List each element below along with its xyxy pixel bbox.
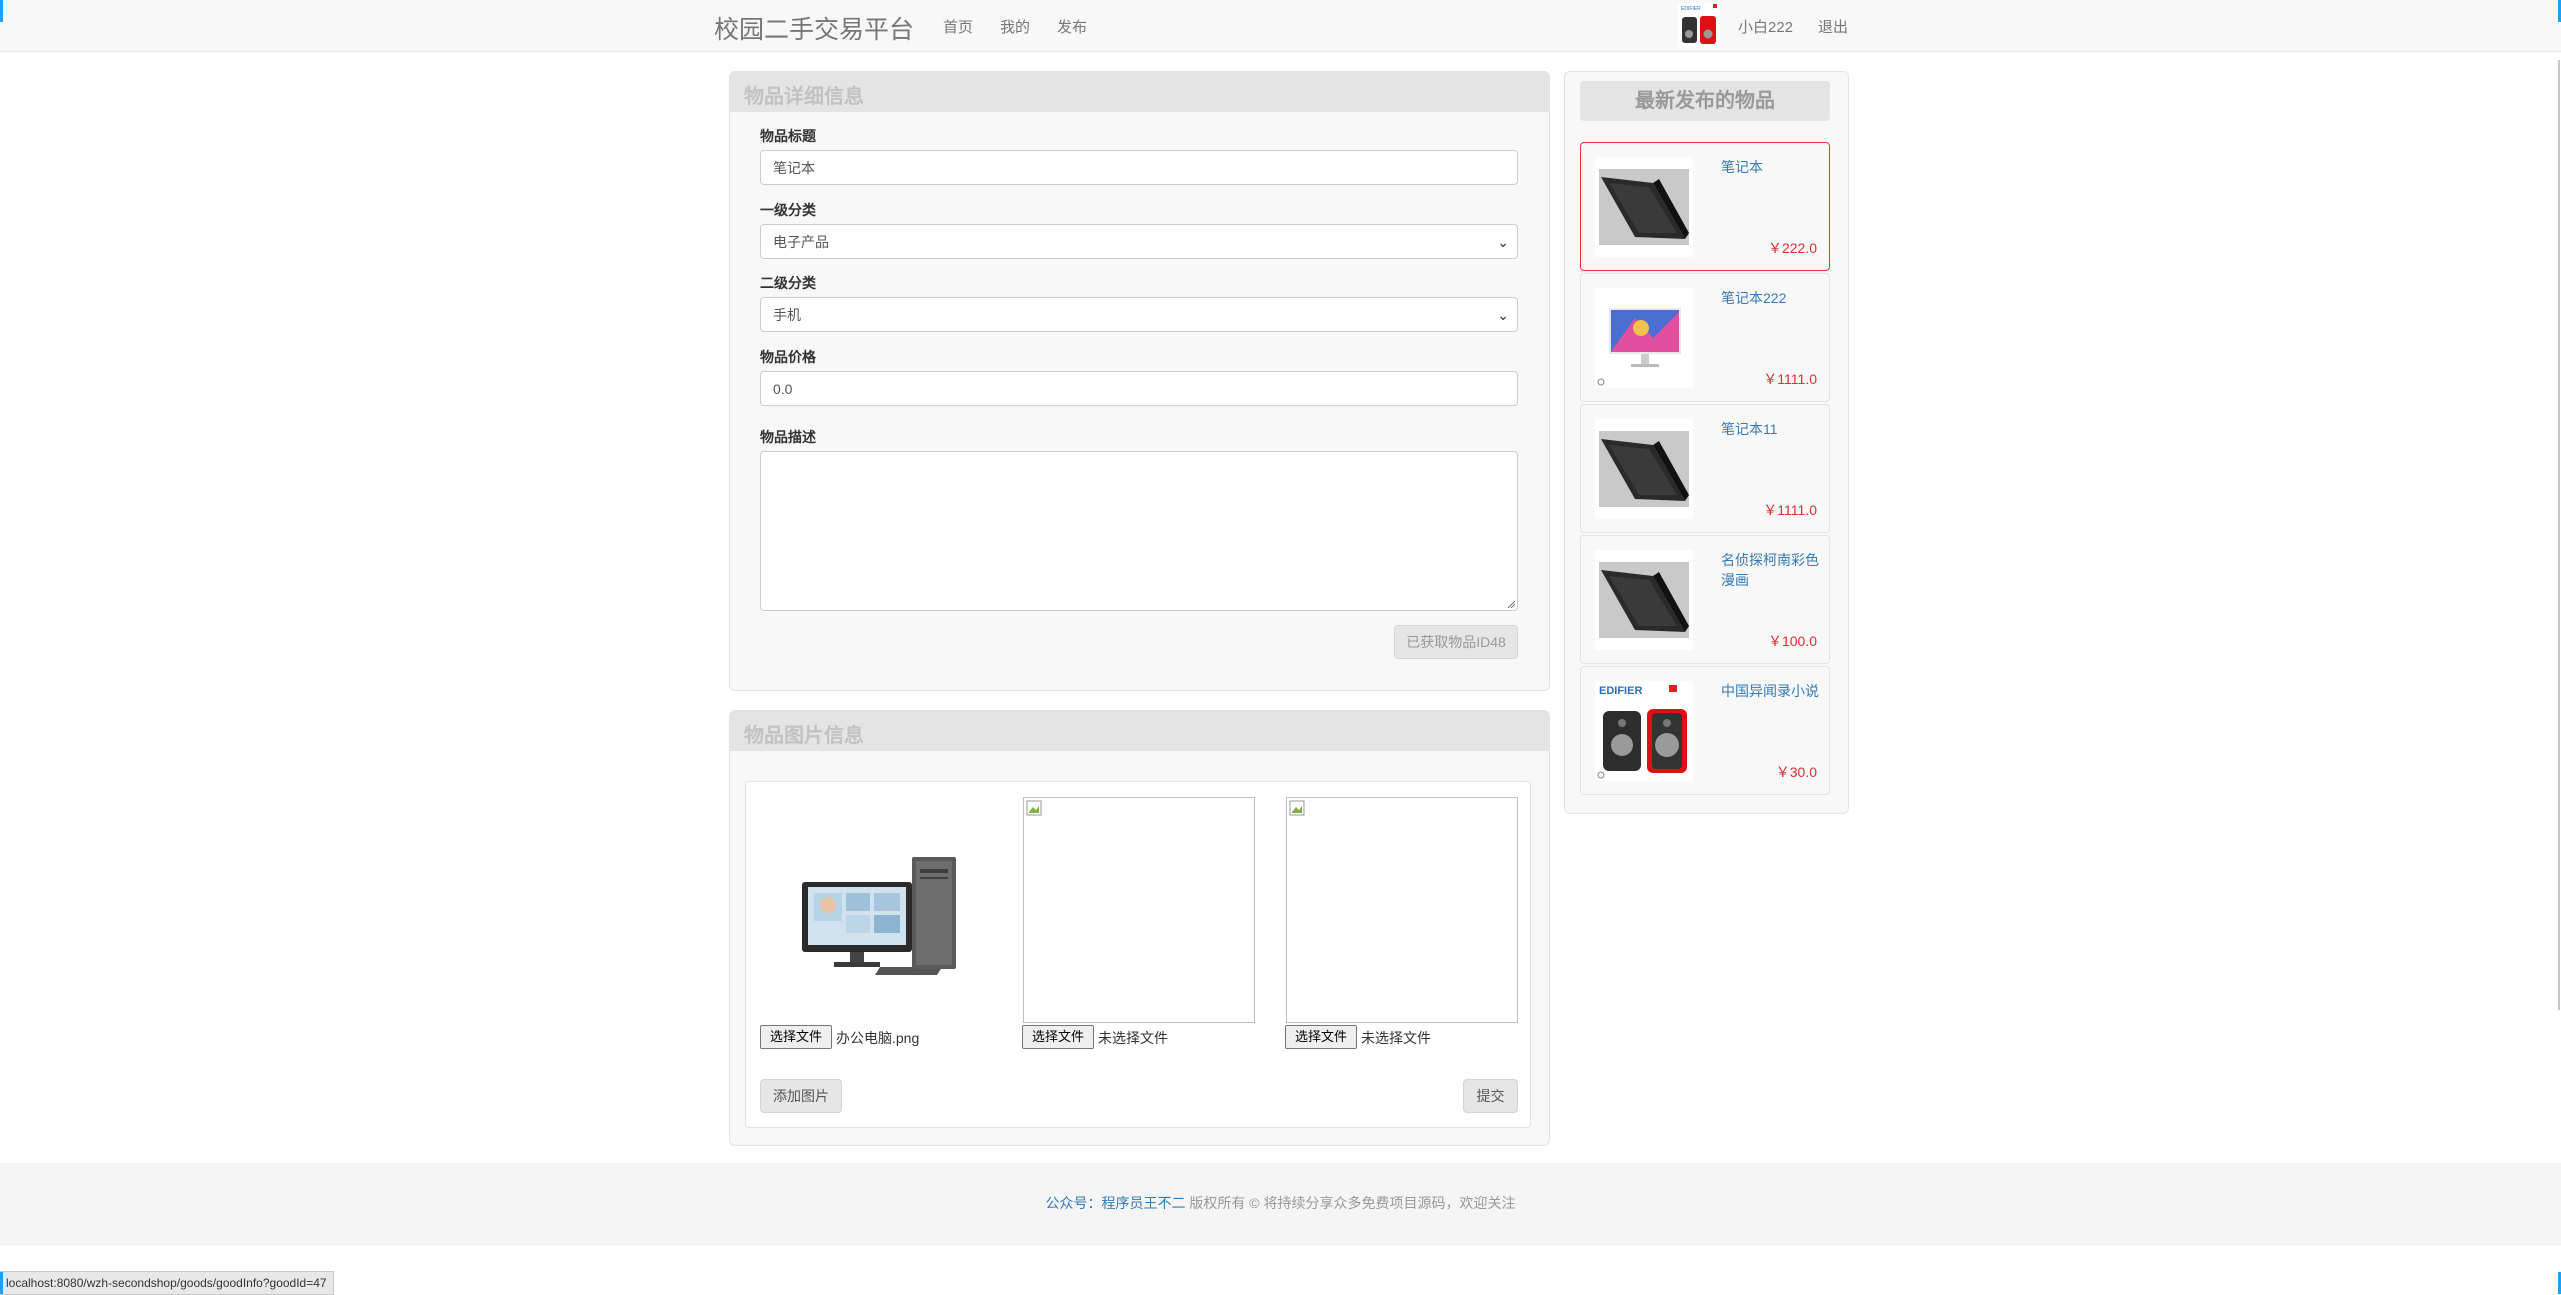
desktop-computer-image bbox=[802, 857, 956, 975]
nav-publish-link[interactable]: 发布 bbox=[1057, 16, 1087, 37]
item-images-header: 物品图片信息 bbox=[730, 711, 1549, 751]
nav-home-link[interactable]: 首页 bbox=[943, 16, 973, 37]
file-name-1: 办公电脑.png bbox=[836, 1030, 920, 1046]
item-images-heading: 物品图片信息 bbox=[744, 725, 864, 747]
item-detail-header: 物品详细信息 bbox=[730, 72, 1549, 112]
recent-items-heading: 最新发布的物品 bbox=[1580, 81, 1830, 121]
laptop-thumbnail bbox=[1595, 419, 1693, 519]
recent-item-title[interactable]: 名侦探柯南彩色漫画 bbox=[1721, 550, 1821, 590]
choose-file-button-2[interactable]: 选择文件 bbox=[1022, 1025, 1094, 1049]
top-navbar: 校园二手交易平台 首页 我的 发布 EDIFIER 小白222 退出 bbox=[0, 0, 2561, 52]
chevron-down-icon: ⌄ bbox=[1497, 234, 1509, 250]
footer-prefix: 公众号： bbox=[1045, 1195, 1102, 1211]
title-input-value: 笔记本 bbox=[773, 160, 815, 176]
nav-username[interactable]: 小白222 bbox=[1738, 16, 1793, 37]
file-name-2: 未选择文件 bbox=[1098, 1030, 1168, 1046]
site-brand[interactable]: 校园二手交易平台 bbox=[714, 10, 914, 46]
recent-item-card[interactable]: 笔记本222 ￥1111.0 bbox=[1580, 273, 1830, 402]
choose-file-button-1[interactable]: 选择文件 bbox=[760, 1025, 832, 1049]
resize-handle-icon[interactable] bbox=[1507, 600, 1515, 608]
price-input-value: 0.0 bbox=[773, 381, 793, 397]
category2-select-value: 手机 bbox=[773, 307, 801, 323]
monitor-thumbnail bbox=[1595, 288, 1693, 388]
broken-image-icon bbox=[1026, 800, 1042, 816]
chevron-down-icon: ⌄ bbox=[1497, 307, 1509, 323]
recent-item-card[interactable]: 笔记本11 ￥1111.0 bbox=[1580, 404, 1830, 533]
title-input[interactable]: 笔记本 bbox=[760, 150, 1518, 185]
recent-item-title[interactable]: 中国异闻录小说 bbox=[1721, 681, 1821, 701]
category1-select[interactable]: 电子产品 ⌄ bbox=[760, 224, 1518, 259]
recent-item-price: ￥222.0 bbox=[1767, 240, 1817, 256]
recent-item-price: ￥1111.0 bbox=[1763, 502, 1817, 518]
description-label: 物品描述 bbox=[760, 429, 816, 445]
submit-button[interactable]: 提交 bbox=[1463, 1079, 1518, 1113]
item-detail-heading: 物品详细信息 bbox=[744, 86, 864, 108]
image-preview-2 bbox=[1023, 797, 1255, 1023]
user-avatar[interactable]: EDIFIER bbox=[1678, 3, 1720, 47]
window-corner-marker bbox=[0, 0, 3, 22]
footer-author-link[interactable]: 程序员王不二 bbox=[1102, 1195, 1186, 1211]
recent-item-card[interactable]: 名侦探柯南彩色漫画 ￥100.0 bbox=[1580, 535, 1830, 664]
recent-item-card[interactable]: EDIFIER 中国异闻录小说 ￥30.0 bbox=[1580, 666, 1830, 795]
add-image-button[interactable]: 添加图片 bbox=[760, 1079, 842, 1113]
recent-item-title[interactable]: 笔记本222 bbox=[1721, 288, 1821, 308]
recent-item-price: ￥1111.0 bbox=[1763, 371, 1817, 387]
item-id-button[interactable]: 已获取物品ID48 bbox=[1394, 625, 1518, 659]
category2-select[interactable]: 手机 ⌄ bbox=[760, 297, 1518, 332]
category1-label: 一级分类 bbox=[760, 202, 816, 218]
window-scrollbar-edge bbox=[2558, 60, 2560, 1010]
image-preview-3 bbox=[1286, 797, 1518, 1023]
recent-item-title[interactable]: 笔记本11 bbox=[1721, 419, 1821, 439]
status-bar-url: localhost:8080/wzh-secondshop/goods/good… bbox=[0, 1271, 334, 1295]
laptop-thumbnail bbox=[1595, 157, 1693, 257]
laptop-thumbnail bbox=[1595, 550, 1693, 650]
file-name-3: 未选择文件 bbox=[1361, 1030, 1431, 1046]
title-label: 物品标题 bbox=[760, 128, 816, 144]
choose-file-button-3[interactable]: 选择文件 bbox=[1285, 1025, 1357, 1049]
speaker-thumbnail: EDIFIER bbox=[1595, 681, 1693, 781]
window-corner-marker bbox=[0, 1272, 3, 1294]
recent-item-title[interactable]: 笔记本 bbox=[1721, 157, 1821, 177]
nav-mine-link[interactable]: 我的 bbox=[1000, 16, 1030, 37]
page-footer: 公众号：程序员王不二 版权所有 © 将持续分享众多免费项目源码，欢迎关注 bbox=[0, 1163, 2561, 1246]
recent-item-card[interactable]: 笔记本 ￥222.0 bbox=[1580, 142, 1830, 271]
footer-copyright: 版权所有 © 将持续分享众多免费项目源码，欢迎关注 bbox=[1185, 1195, 1516, 1211]
price-input[interactable]: 0.0 bbox=[760, 371, 1518, 406]
recent-item-price: ￥100.0 bbox=[1767, 633, 1817, 649]
category1-select-value: 电子产品 bbox=[773, 234, 829, 250]
svg-text:EDIFIER: EDIFIER bbox=[1599, 685, 1642, 697]
price-label: 物品价格 bbox=[760, 349, 816, 365]
recent-item-price: ￥30.0 bbox=[1775, 764, 1817, 780]
description-textarea[interactable] bbox=[760, 451, 1518, 611]
broken-image-icon bbox=[1289, 800, 1305, 816]
svg-text:EDIFIER: EDIFIER bbox=[1681, 6, 1701, 12]
category2-label: 二级分类 bbox=[760, 275, 816, 291]
image-preview-1 bbox=[762, 797, 994, 1023]
nav-logout-link[interactable]: 退出 bbox=[1818, 16, 1848, 37]
